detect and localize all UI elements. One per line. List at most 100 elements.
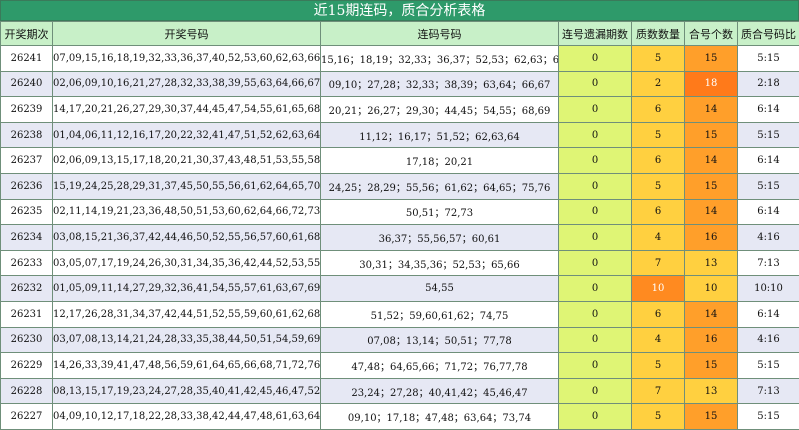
miss-cell: 0 <box>559 225 632 251</box>
miss-cell: 0 <box>559 327 632 353</box>
prime-count-cell: 4 <box>632 225 685 251</box>
numbers-cell: 07,09,15,16,18,19,32,33,36,37,40,52,53,6… <box>53 46 321 72</box>
composite-count-cell: 15 <box>685 46 738 72</box>
composite-count-cell: 15 <box>685 353 738 379</box>
table-row: 2622914,26,33,39,41,47,48,56,59,61,64,65… <box>1 353 799 379</box>
composite-count-cell: 16 <box>685 225 738 251</box>
period-cell: 26233 <box>1 250 53 276</box>
table-row: 2622808,13,15,17,19,23,24,27,28,35,40,41… <box>1 378 799 404</box>
prime-count-cell: 2 <box>632 71 685 97</box>
table-row: 2623914,17,20,21,26,27,29,30,37,44,45,47… <box>1 97 799 123</box>
period-cell: 26232 <box>1 276 53 302</box>
ratio-cell: 6:14 <box>738 199 799 225</box>
consecutive-cell: 24,25；28,29；55,56；61,62；64,65；75,76 <box>321 173 559 199</box>
composite-count-cell: 16 <box>685 327 738 353</box>
numbers-cell: 03,07,08,13,14,21,24,28,33,35,38,44,50,5… <box>53 327 321 353</box>
table-row: 2623403,08,15,21,36,37,42,44,46,50,52,55… <box>1 225 799 251</box>
consecutive-cell: 50,51；72,73 <box>321 199 559 225</box>
composite-count-cell: 14 <box>685 97 738 123</box>
consecutive-cell: 47,48；64,65,66；71,72；76,77,78 <box>321 353 559 379</box>
composite-count-cell: 10 <box>685 276 738 302</box>
period-cell: 26227 <box>1 404 53 430</box>
composite-count-cell: 14 <box>685 148 738 174</box>
ratio-cell: 5:15 <box>738 122 799 148</box>
numbers-cell: 08,13,15,17,19,23,24,27,28,35,40,41,42,4… <box>53 378 321 404</box>
prime-count-cell: 6 <box>632 97 685 123</box>
period-cell: 26241 <box>1 46 53 72</box>
ratio-cell: 5:15 <box>738 353 799 379</box>
header-consecutive: 连码号码 <box>321 22 559 46</box>
ratio-cell: 4:16 <box>738 225 799 251</box>
miss-cell: 0 <box>559 378 632 404</box>
composite-count-cell: 13 <box>685 378 738 404</box>
ratio-cell: 10:10 <box>738 276 799 302</box>
header-ratio: 质合号码比 <box>738 22 799 46</box>
ratio-cell: 6:14 <box>738 148 799 174</box>
period-cell: 26230 <box>1 327 53 353</box>
numbers-cell: 14,17,20,21,26,27,29,30,37,44,45,47,54,5… <box>53 97 321 123</box>
table-row: 2623201,05,09,11,14,27,29,32,36,41,54,55… <box>1 276 799 302</box>
miss-cell: 0 <box>559 250 632 276</box>
analysis-table: 开奖期次 开奖号码 连码号码 连号遗漏期数 质数数量 合号个数 质合号码比 26… <box>0 21 799 430</box>
analysis-table-container: 近15期连码，质合分析表格 开奖期次 开奖号码 连码号码 连号遗漏期数 质数数量… <box>0 0 799 427</box>
ratio-cell: 4:16 <box>738 327 799 353</box>
composite-count-cell: 15 <box>685 404 738 430</box>
numbers-cell: 03,05,07,17,19,24,26,30,31,34,35,36,42,4… <box>53 250 321 276</box>
table-row: 2623003,07,08,13,14,21,24,28,33,35,38,44… <box>1 327 799 353</box>
prime-count-cell: 10 <box>632 276 685 302</box>
numbers-cell: 02,06,09,10,16,21,27,28,32,33,38,39,55,6… <box>53 71 321 97</box>
header-period: 开奖期次 <box>1 22 53 46</box>
numbers-cell: 01,04,06,11,12,16,17,20,22,32,41,47,51,5… <box>53 122 321 148</box>
ratio-cell: 2:18 <box>738 71 799 97</box>
composite-count-cell: 15 <box>685 173 738 199</box>
miss-cell: 0 <box>559 301 632 327</box>
header-miss: 连号遗漏期数 <box>559 22 632 46</box>
consecutive-cell: 36,37；55,56,57；60,61 <box>321 225 559 251</box>
miss-cell: 0 <box>559 353 632 379</box>
period-cell: 26235 <box>1 199 53 225</box>
period-cell: 26238 <box>1 122 53 148</box>
consecutive-cell: 07,08；13,14；50,51；77,78 <box>321 327 559 353</box>
table-row: 2623502,11,14,19,21,23,36,48,50,51,53,60… <box>1 199 799 225</box>
miss-cell: 0 <box>559 199 632 225</box>
table-body: 2624107,09,15,16,18,19,32,33,36,37,40,52… <box>1 46 799 430</box>
header-composite: 合号个数 <box>685 22 738 46</box>
consecutive-cell: 09,10；27,28；32,33；38,39；63,64；66,67 <box>321 71 559 97</box>
table-title: 近15期连码，质合分析表格 <box>0 0 799 21</box>
header-prime: 质数数量 <box>632 22 685 46</box>
period-cell: 26229 <box>1 353 53 379</box>
consecutive-cell: 20,21；26,27；29,30；44,45；54,55；68,69 <box>321 97 559 123</box>
table-row: 2623801,04,06,11,12,16,17,20,22,32,41,47… <box>1 122 799 148</box>
period-cell: 26239 <box>1 97 53 123</box>
ratio-cell: 6:14 <box>738 97 799 123</box>
numbers-cell: 02,11,14,19,21,23,36,48,50,51,53,60,62,6… <box>53 199 321 225</box>
ratio-cell: 5:15 <box>738 404 799 430</box>
miss-cell: 0 <box>559 46 632 72</box>
miss-cell: 0 <box>559 276 632 302</box>
period-cell: 26234 <box>1 225 53 251</box>
table-row: 2623615,19,24,25,28,29,31,37,45,50,55,56… <box>1 173 799 199</box>
ratio-cell: 7:13 <box>738 250 799 276</box>
header-row: 开奖期次 开奖号码 连码号码 连号遗漏期数 质数数量 合号个数 质合号码比 <box>1 22 799 46</box>
consecutive-cell: 15,16；18,19；32,33；36,37；52,53；62,63；68,6… <box>321 46 559 72</box>
consecutive-cell: 51,52；59,60,61,62；74,75 <box>321 301 559 327</box>
ratio-cell: 5:15 <box>738 46 799 72</box>
consecutive-cell: 23,24；27,28；40,41,42；45,46,47 <box>321 378 559 404</box>
prime-count-cell: 6 <box>632 148 685 174</box>
numbers-cell: 03,08,15,21,36,37,42,44,46,50,52,55,56,5… <box>53 225 321 251</box>
table-row: 2622704,09,10,12,17,18,22,28,33,38,42,44… <box>1 404 799 430</box>
period-cell: 26240 <box>1 71 53 97</box>
consecutive-cell: 09,10；17,18；47,48；63,64；73,74 <box>321 404 559 430</box>
numbers-cell: 14,26,33,39,41,47,48,56,59,61,64,65,66,6… <box>53 353 321 379</box>
table-row: 2623702,06,09,13,15,17,18,20,21,30,37,43… <box>1 148 799 174</box>
composite-count-cell: 18 <box>685 71 738 97</box>
numbers-cell: 01,05,09,11,14,27,29,32,36,41,54,55,57,6… <box>53 276 321 302</box>
header-numbers: 开奖号码 <box>53 22 321 46</box>
consecutive-cell: 17,18；20,21 <box>321 148 559 174</box>
prime-count-cell: 5 <box>632 353 685 379</box>
prime-count-cell: 6 <box>632 199 685 225</box>
consecutive-cell: 11,12；16,17；51,52；62,63,64 <box>321 122 559 148</box>
miss-cell: 0 <box>559 71 632 97</box>
table-row: 2624002,06,09,10,16,21,27,28,32,33,38,39… <box>1 71 799 97</box>
prime-count-cell: 5 <box>632 122 685 148</box>
